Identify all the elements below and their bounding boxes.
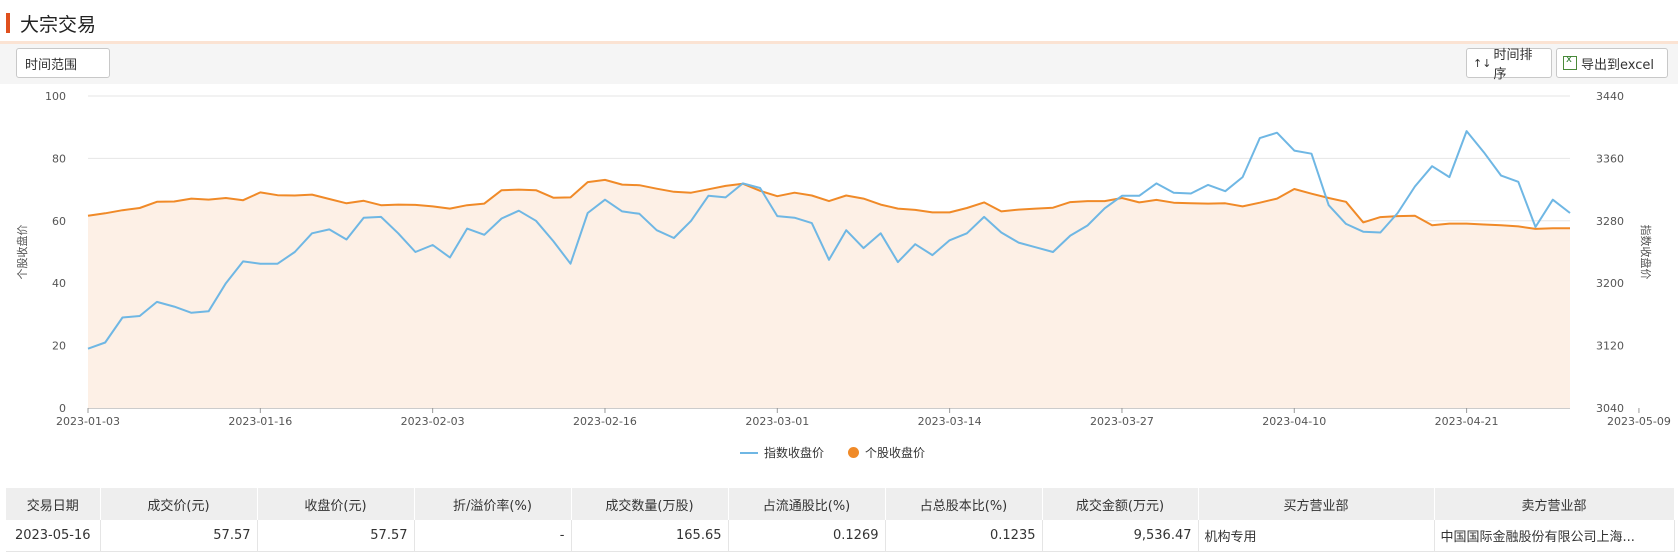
stock-area <box>88 179 1570 408</box>
col-header[interactable]: 交易日期 <box>6 488 101 520</box>
excel-icon <box>1563 54 1577 70</box>
y-right-tick-label: 3120 <box>1596 340 1624 353</box>
x-tick-label: 2023-03-01 <box>745 415 809 428</box>
y-left-tick-label: 20 <box>52 340 66 353</box>
x-tick-label: 2023-03-27 <box>1090 415 1154 428</box>
time-sort-label: 时间排序 <box>1493 48 1533 82</box>
cell-buyer: 机构专用 <box>1198 520 1435 552</box>
y-right-tick-label: 3040 <box>1596 402 1624 415</box>
time-range-button[interactable]: 时间范围 <box>16 48 110 78</box>
col-header[interactable]: 成交数量(万股) <box>571 488 729 520</box>
y-left-axis-title: 个股收盘价 <box>15 225 29 280</box>
x-tick-label: 2023-04-21 <box>1435 415 1499 428</box>
y-left-tick-label: 60 <box>52 215 66 228</box>
y-left-tick-label: 100 <box>45 90 66 103</box>
x-tick-label: 2023-03-14 <box>918 415 982 428</box>
col-header[interactable]: 成交金额(万元) <box>1042 488 1199 520</box>
y-left-tick-label: 80 <box>52 152 66 165</box>
y-left-tick-label: 0 <box>59 402 66 415</box>
col-header[interactable]: 买方营业部 <box>1198 488 1435 520</box>
block-trade-table: 交易日期 成交价(元) 收盘价(元) 折/溢价率(%) 成交数量(万股) 占流通… <box>6 488 1675 552</box>
table-row[interactable]: 2023-05-16 57.57 57.57 - 165.65 0.1269 0… <box>6 520 1675 552</box>
cell-trade-price: 57.57 <box>100 520 258 552</box>
cell-amount: 9,536.47 <box>1042 520 1199 552</box>
col-header[interactable]: 占流通股比(%) <box>728 488 886 520</box>
y-right-tick-label: 3360 <box>1596 152 1624 165</box>
y-left-tick-label: 40 <box>52 277 66 290</box>
cell-total-ratio: 0.1235 <box>885 520 1043 552</box>
col-header[interactable]: 卖方营业部 <box>1434 488 1675 520</box>
col-header[interactable]: 占总股本比(%) <box>885 488 1043 520</box>
legend-item-stock[interactable]: 个股收盘价 <box>848 444 925 461</box>
x-tick-label: 2023-05-09 <box>1607 415 1671 428</box>
col-header[interactable]: 成交价(元) <box>100 488 258 520</box>
section-header: 大宗交易 <box>0 0 1678 44</box>
price-chart: 0 20 40 60 80 100 3040 3120 3200 3280 3360 3440 个股收盘… <box>15 90 1671 428</box>
table-header-row: 交易日期 成交价(元) 收盘价(元) 折/溢价率(%) 成交数量(万股) 占流通… <box>6 488 1675 520</box>
y-right-tick-label: 3280 <box>1596 215 1624 228</box>
legend-label-stock: 个股收盘价 <box>865 446 926 460</box>
cell-volume: 165.65 <box>571 520 729 552</box>
x-tick-label: 2023-01-03 <box>56 415 120 428</box>
y-right-tick-label: 3200 <box>1596 277 1624 290</box>
chart-legend: 指数收盘价 个股收盘价 <box>740 444 949 461</box>
x-tick-label: 2023-04-10 <box>1262 415 1326 428</box>
legend-dot-marker <box>848 447 860 458</box>
legend-line-marker <box>740 451 758 454</box>
cell-premium-rate: - <box>414 520 572 552</box>
col-header[interactable]: 折/溢价率(%) <box>414 488 572 520</box>
col-header[interactable]: 收盘价(元) <box>257 488 415 520</box>
cell-seller: 中国国际金融股份有限公司上海... <box>1434 520 1675 552</box>
time-range-label: 时间范围 <box>25 57 78 73</box>
x-tick-label: 2023-02-16 <box>573 415 637 428</box>
cell-date: 2023-05-16 <box>6 520 101 552</box>
export-excel-label: 导出到excel <box>1581 57 1654 73</box>
y-right-tick-label: 3440 <box>1596 90 1624 103</box>
legend-label-index: 指数收盘价 <box>764 446 825 460</box>
export-excel-button[interactable]: 导出到excel <box>1556 48 1668 78</box>
legend-item-index[interactable]: 指数收盘价 <box>740 444 824 461</box>
cell-close-price: 57.57 <box>257 520 415 552</box>
cell-float-ratio: 0.1269 <box>728 520 886 552</box>
page-title: 大宗交易 <box>20 14 97 36</box>
y-right-axis-title: 指数收盘价 <box>1639 225 1653 280</box>
x-tick-label: 2023-02-03 <box>401 415 465 428</box>
header-accent-bar <box>6 13 10 33</box>
sort-arrows-icon: ↑↓ <box>1473 56 1492 70</box>
x-tick-label: 2023-01-16 <box>228 415 292 428</box>
toolbar <box>0 44 1678 84</box>
time-sort-button[interactable]: ↑↓ 时间排序 <box>1466 48 1552 82</box>
